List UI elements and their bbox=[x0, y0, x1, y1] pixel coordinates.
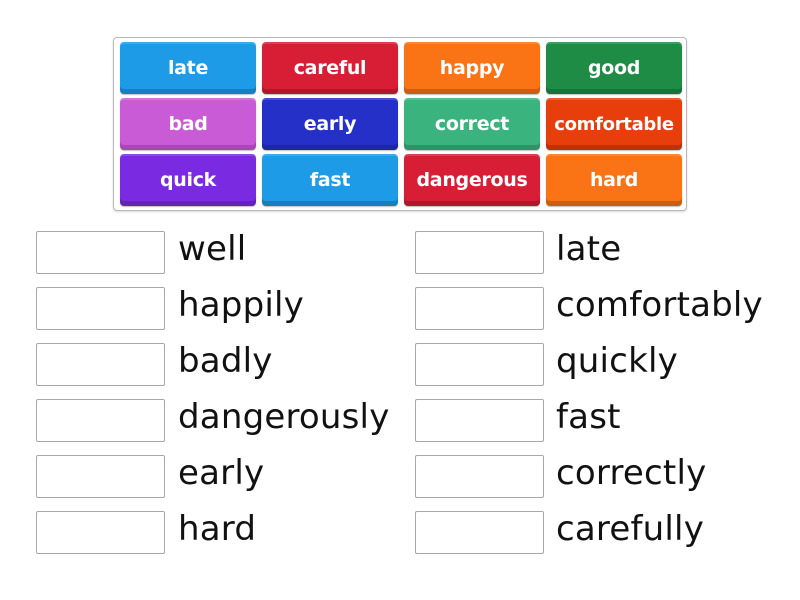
answer-drop-box[interactable] bbox=[415, 287, 544, 330]
answer-drop-box[interactable] bbox=[415, 343, 544, 386]
word-tile[interactable]: quick bbox=[120, 154, 256, 206]
target-word-label: fast bbox=[556, 397, 621, 437]
word-tile[interactable]: early bbox=[262, 98, 398, 150]
target-word-label: happily bbox=[178, 285, 304, 325]
word-tile[interactable]: comfortable bbox=[546, 98, 682, 150]
target-word-label: dangerously bbox=[178, 397, 390, 437]
word-tile[interactable]: happy bbox=[404, 42, 540, 94]
answer-drop-box[interactable] bbox=[36, 231, 165, 274]
word-tile[interactable]: good bbox=[546, 42, 682, 94]
word-tile[interactable]: late bbox=[120, 42, 256, 94]
answer-drop-box[interactable] bbox=[36, 455, 165, 498]
answer-drop-box[interactable] bbox=[415, 399, 544, 442]
word-tile[interactable]: bad bbox=[120, 98, 256, 150]
target-word-label: well bbox=[178, 229, 247, 269]
word-tile[interactable]: careful bbox=[262, 42, 398, 94]
match-up-activity: late careful happy good bad early correct comfo… bbox=[0, 0, 800, 600]
answer-drop-box[interactable] bbox=[36, 511, 165, 554]
target-word-label: hard bbox=[178, 509, 257, 549]
target-word-label: carefully bbox=[556, 509, 705, 549]
target-word-label: comfortably bbox=[556, 285, 763, 325]
answer-drop-box[interactable] bbox=[415, 231, 544, 274]
target-word-label: quickly bbox=[556, 341, 678, 381]
word-tile[interactable]: hard bbox=[546, 154, 682, 206]
answer-drop-box[interactable] bbox=[415, 511, 544, 554]
word-tile[interactable]: correct bbox=[404, 98, 540, 150]
word-tile[interactable]: dangerous bbox=[404, 154, 540, 206]
target-word-label: early bbox=[178, 453, 265, 493]
answer-drop-box[interactable] bbox=[36, 343, 165, 386]
answer-drop-box[interactable] bbox=[36, 287, 165, 330]
answer-drop-box[interactable] bbox=[36, 399, 165, 442]
target-word-label: correctly bbox=[556, 453, 707, 493]
target-word-label: late bbox=[556, 229, 622, 269]
answer-drop-box[interactable] bbox=[415, 455, 544, 498]
target-word-label: badly bbox=[178, 341, 273, 381]
word-tile[interactable]: fast bbox=[262, 154, 398, 206]
word-tile-bank: late careful happy good bad early correct comfo… bbox=[113, 37, 687, 211]
